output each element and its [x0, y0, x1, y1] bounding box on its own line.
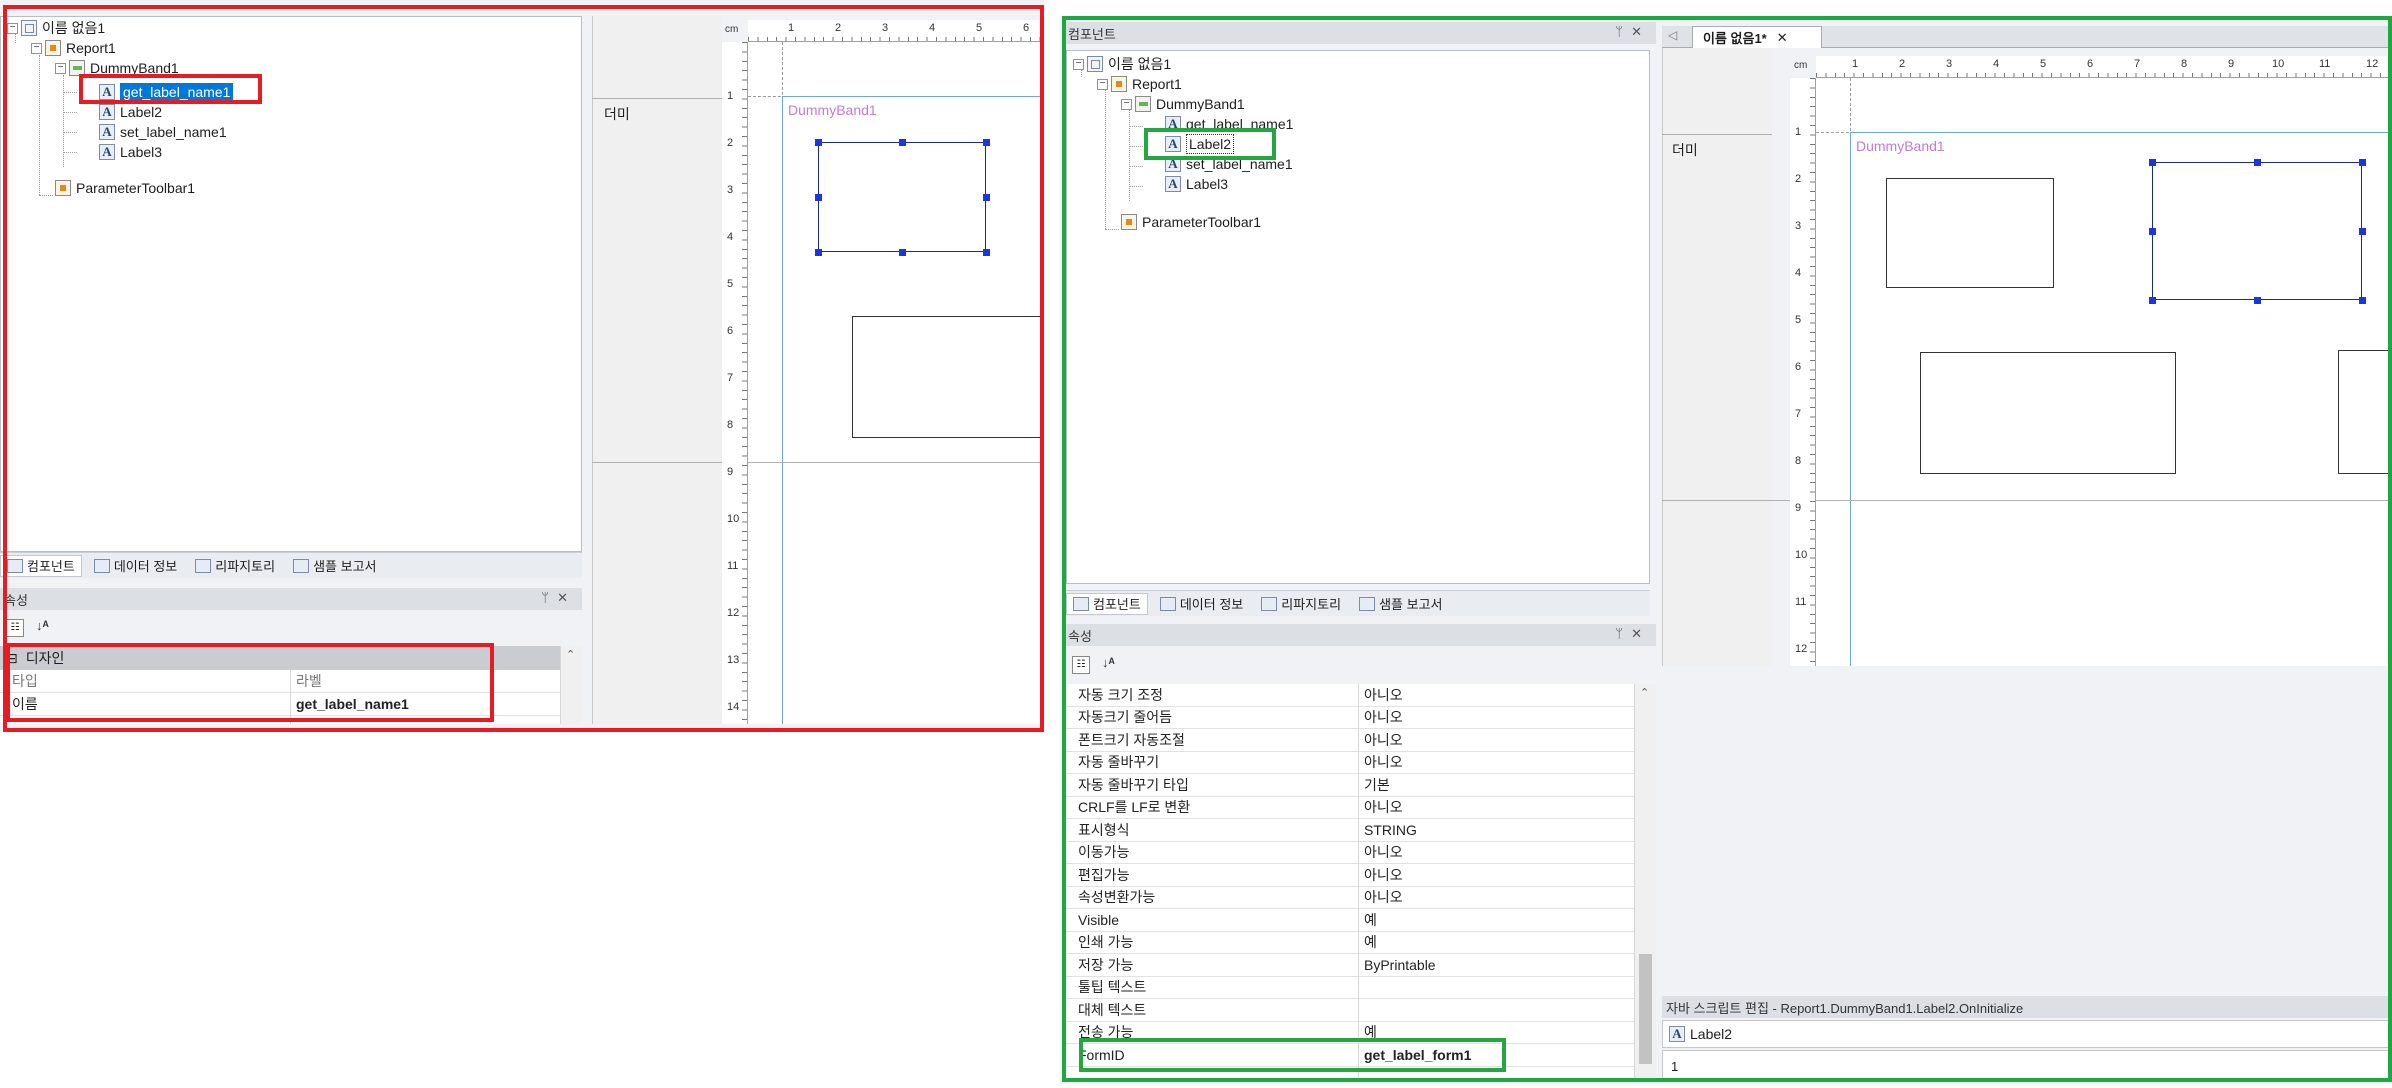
left-panel-outline	[3, 5, 1044, 732]
right-panel-outline	[1062, 16, 2392, 1082]
left-screenshot: − 이름 없음1 − Report1 − DummyBand1 A get_la…	[0, 0, 1044, 732]
